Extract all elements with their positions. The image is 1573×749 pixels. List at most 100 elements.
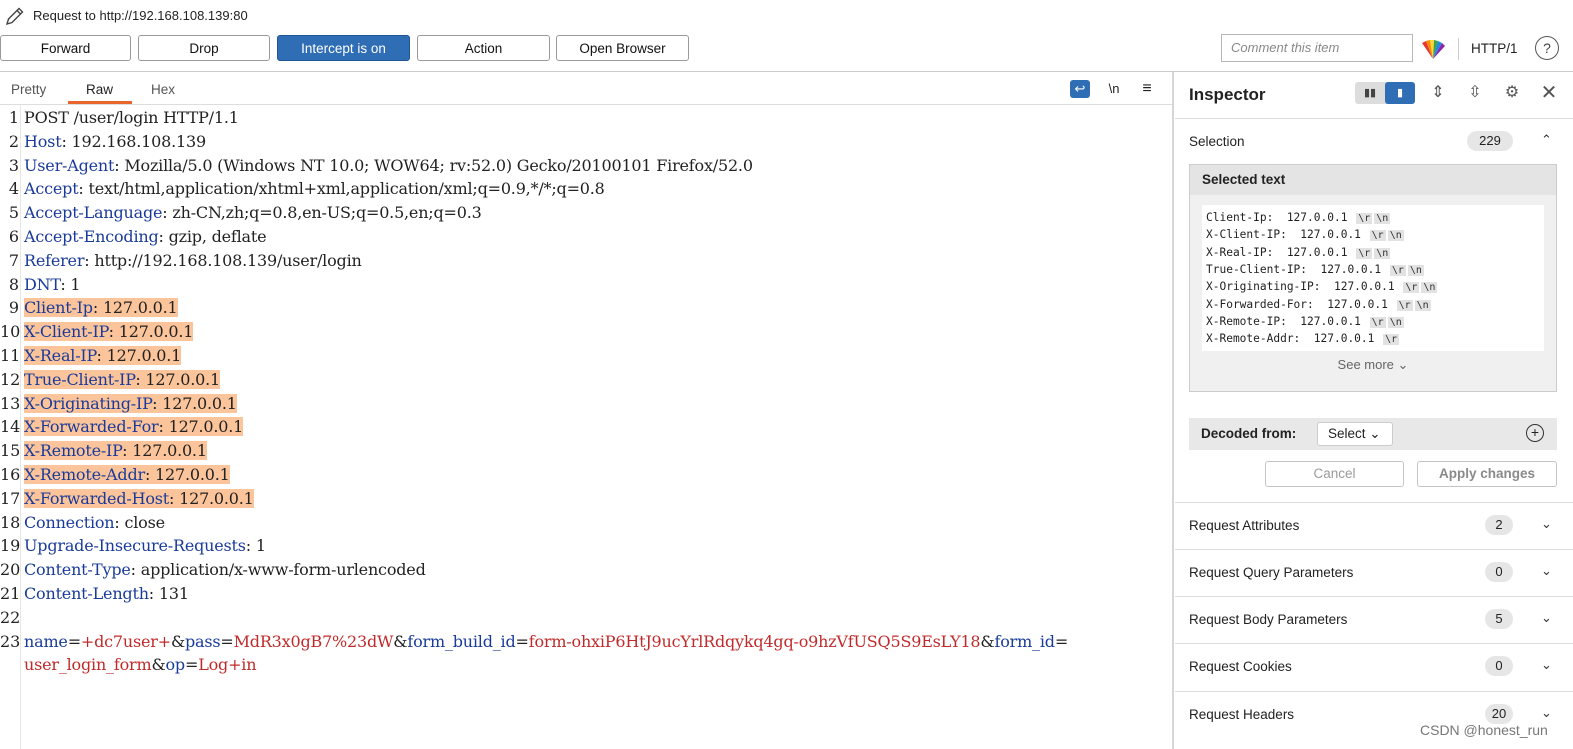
request-line[interactable]: Host: 192.168.108.139 bbox=[24, 132, 206, 151]
request-line[interactable]: Upgrade-Insecure-Requests: 1 bbox=[24, 536, 266, 555]
inspector-section[interactable]: Request Attributes 2 ⌄ bbox=[1175, 502, 1573, 548]
header-name: X-Forwarded-For bbox=[24, 417, 159, 436]
header-name: Upgrade-Insecure-Requests bbox=[24, 536, 246, 555]
menu-icon[interactable]: ≡ bbox=[1137, 80, 1157, 98]
request-line[interactable]: Connection: close bbox=[24, 513, 165, 532]
header-value: 131 bbox=[154, 584, 189, 603]
request-line[interactable]: X-Originating-IP: 127.0.0.1 bbox=[24, 394, 237, 413]
request-line[interactable]: X-Forwarded-Host: 127.0.0.1 bbox=[24, 489, 254, 508]
request-line[interactable]: X-Client-IP: 127.0.0.1 bbox=[24, 322, 193, 341]
cancel-button[interactable]: Cancel bbox=[1265, 461, 1404, 487]
line-number: 16 bbox=[0, 465, 21, 484]
chevron-up-icon[interactable]: ⌃ bbox=[1541, 132, 1552, 148]
inspector-section[interactable]: Request Body Parameters 5 ⌄ bbox=[1175, 596, 1573, 642]
decoded-from-bar: Decoded from: Select ⌄ + bbox=[1189, 418, 1557, 450]
chevron-down-icon[interactable]: ⌄ bbox=[1541, 657, 1552, 673]
decoded-from-select[interactable]: Select ⌄ bbox=[1317, 422, 1393, 446]
line-number: 7 bbox=[8, 251, 19, 270]
chevron-down-icon[interactable]: ⌄ bbox=[1541, 705, 1552, 721]
forward-button[interactable]: Forward bbox=[0, 35, 131, 61]
intercept-toggle-button[interactable]: Intercept is on bbox=[277, 35, 410, 61]
escape-char-badge: \n bbox=[1374, 247, 1391, 259]
line-number: 10 bbox=[0, 322, 21, 341]
section-count-badge: 0 bbox=[1485, 656, 1513, 676]
inspector-section[interactable]: Request Cookies 0 ⌄ bbox=[1175, 643, 1573, 689]
line-number: 12 bbox=[0, 370, 21, 389]
tab-hex[interactable]: Hex bbox=[151, 82, 175, 97]
inspector-section[interactable]: Request Query Parameters 0 ⌄ bbox=[1175, 549, 1573, 595]
header-value: 127.0.0.1 bbox=[157, 394, 237, 413]
header-name: DNT bbox=[24, 275, 61, 294]
close-icon[interactable]: ✕ bbox=[1539, 83, 1559, 103]
body-param-name: form_build_id bbox=[407, 632, 516, 651]
section-label: Request Cookies bbox=[1189, 659, 1292, 674]
tab-raw[interactable]: Raw bbox=[86, 82, 113, 97]
open-browser-button[interactable]: Open Browser bbox=[556, 35, 689, 61]
chevron-down-icon[interactable]: ⌄ bbox=[1541, 516, 1552, 532]
escape-char-badge: \r bbox=[1369, 230, 1386, 242]
layout-list-icon[interactable]: ▮▮ bbox=[1355, 82, 1385, 104]
request-line[interactable]: Content-Type: application/x-www-form-url… bbox=[24, 560, 426, 579]
request-line[interactable]: User-Agent: Mozilla/5.0 (Windows NT 10.0… bbox=[24, 156, 753, 175]
line-number: 11 bbox=[0, 346, 21, 365]
header-value: 127.0.0.1 bbox=[98, 298, 178, 317]
line-number: 22 bbox=[0, 608, 21, 627]
settings-gear-icon[interactable]: ⚙ bbox=[1502, 83, 1522, 103]
request-line[interactable]: Client-Ip: 127.0.0.1 bbox=[24, 298, 178, 317]
newline-toggle-icon[interactable]: \n bbox=[1104, 80, 1124, 98]
panel-splitter[interactable] bbox=[1172, 72, 1174, 749]
request-line[interactable]: POST /user/login HTTP/1.1 bbox=[24, 108, 239, 127]
layout-toggle[interactable]: ▮▮ ▮ bbox=[1355, 82, 1415, 104]
section-label: Request Body Parameters bbox=[1189, 612, 1348, 627]
chevron-down-icon[interactable]: ⌄ bbox=[1541, 563, 1552, 579]
collapse-all-icon[interactable]: ⇳ bbox=[1465, 83, 1485, 103]
layout-side-icon[interactable]: ▮ bbox=[1385, 82, 1415, 104]
body-separator: & bbox=[170, 632, 185, 651]
request-line[interactable]: Referer: http://192.168.108.139/user/log… bbox=[24, 251, 362, 270]
escape-char-badge: \n bbox=[1374, 213, 1391, 224]
header-value: Mozilla/5.0 (Windows NT 10.0; WOW64; rv:… bbox=[119, 156, 753, 175]
request-line[interactable]: Content-Length: 131 bbox=[24, 584, 189, 603]
word-wrap-icon[interactable]: ↩ bbox=[1070, 80, 1090, 98]
request-line[interactable]: X-Remote-Addr: 127.0.0.1 bbox=[24, 465, 230, 484]
line-number: 13 bbox=[0, 394, 21, 413]
inspector-title: Inspector bbox=[1189, 85, 1266, 104]
request-line[interactable]: Accept: text/html,application/xhtml+xml,… bbox=[24, 179, 605, 198]
line-number: 4 bbox=[8, 179, 19, 198]
highlight-color-icon[interactable] bbox=[1419, 37, 1447, 61]
section-count-badge: 0 bbox=[1485, 562, 1513, 582]
tab-pretty[interactable]: Pretty bbox=[11, 82, 46, 97]
header-name: Content-Length bbox=[24, 584, 149, 603]
request-line[interactable]: DNT: 1 bbox=[24, 275, 81, 294]
body-separator: & bbox=[980, 632, 995, 651]
selection-section[interactable]: Selection 229 ⌃ bbox=[1175, 118, 1573, 164]
expand-all-icon[interactable]: ⇕ bbox=[1428, 83, 1448, 103]
escape-char-badge: \r bbox=[1369, 316, 1386, 328]
help-icon[interactable]: ? bbox=[1535, 36, 1559, 60]
request-line[interactable]: X-Real-IP: 127.0.0.1 bbox=[24, 346, 181, 365]
request-line[interactable]: Accept-Language: zh-CN,zh;q=0.8,en-US;q=… bbox=[24, 203, 482, 222]
apply-changes-button[interactable]: Apply changes bbox=[1417, 461, 1557, 487]
selected-text-content[interactable]: Client-Ip: 127.0.0.1 \r \n X-Client-IP: 12… bbox=[1202, 205, 1544, 351]
see-more-link[interactable]: See more ⌄ bbox=[1190, 357, 1556, 373]
escape-char-badge: \r bbox=[1356, 247, 1373, 259]
action-button[interactable]: Action bbox=[417, 35, 550, 61]
comment-input[interactable]: Comment this item bbox=[1221, 34, 1413, 62]
line-number: 21 bbox=[0, 584, 21, 603]
section-count-badge: 5 bbox=[1485, 609, 1513, 629]
request-line[interactable]: True-Client-IP: 127.0.0.1 bbox=[24, 370, 220, 389]
request-line[interactable]: user_login_form&op=Log+in bbox=[24, 655, 257, 674]
http-version-label[interactable]: HTTP/1 bbox=[1471, 41, 1518, 56]
header-value: 1 bbox=[250, 536, 266, 555]
escape-char-badge: \r bbox=[1396, 299, 1413, 311]
add-decoding-icon[interactable]: + bbox=[1526, 424, 1544, 442]
request-line[interactable]: X-Forwarded-For: 127.0.0.1 bbox=[24, 417, 243, 436]
body-param-name: form_id bbox=[994, 632, 1055, 651]
drop-button[interactable]: Drop bbox=[138, 35, 270, 61]
request-line[interactable]: Accept-Encoding: gzip, deflate bbox=[24, 227, 267, 246]
request-line[interactable]: X-Remote-IP: 127.0.0.1 bbox=[24, 441, 207, 460]
request-line[interactable]: name=+dc7user+&pass=MdR3x0gB7%23dW&form_… bbox=[24, 632, 1068, 651]
escape-char-badge: \n bbox=[1387, 230, 1404, 242]
header-value: 127.0.0.1 bbox=[127, 441, 207, 460]
chevron-down-icon[interactable]: ⌄ bbox=[1541, 610, 1552, 626]
